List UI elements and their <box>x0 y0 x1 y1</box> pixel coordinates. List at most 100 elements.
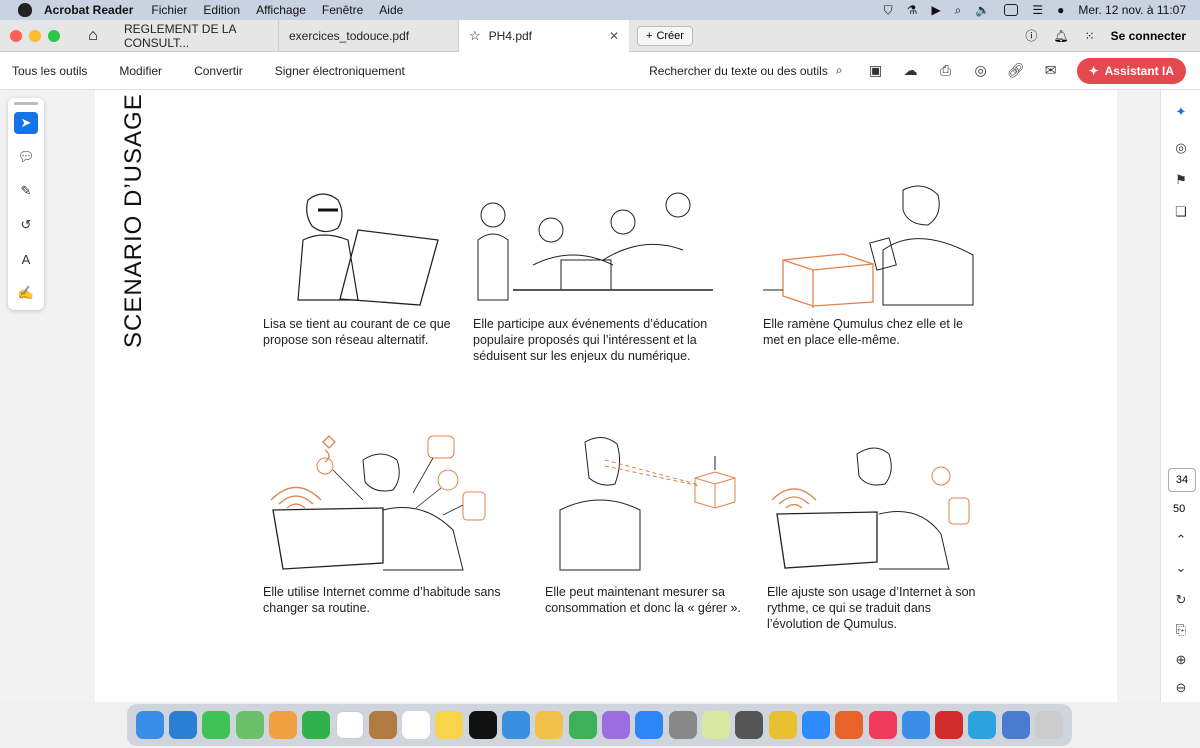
bell-icon[interactable]: 🔔︎ <box>1053 29 1068 43</box>
convert-button[interactable]: Convertir <box>194 64 243 78</box>
notes-icon[interactable] <box>435 711 464 739</box>
apps-grid-icon[interactable]: ⁙ <box>1085 29 1095 43</box>
bookmark-icon[interactable]: ⚑ <box>1173 172 1189 188</box>
firefox-icon[interactable] <box>835 711 864 739</box>
home-icon[interactable]: ⌂ <box>78 27 108 45</box>
comments-icon[interactable]: ◎ <box>1173 140 1189 156</box>
app-store-icon[interactable] <box>635 711 664 739</box>
acrobat-icon[interactable] <box>935 711 964 739</box>
sign-button[interactable]: Signer électroniquement <box>275 64 405 78</box>
photos-icon[interactable] <box>268 711 297 739</box>
keynote-icon[interactable] <box>502 711 531 739</box>
link-icon[interactable]: 🔗︎ <box>1007 62 1025 80</box>
menu-affichage[interactable]: Affichage <box>256 3 306 17</box>
caption-1: Lisa se tient au courant de ce que propo… <box>263 317 451 347</box>
reminders-icon[interactable] <box>402 711 431 739</box>
save-icon[interactable]: ▣ <box>867 62 885 80</box>
chrome-icon[interactable] <box>768 711 797 739</box>
contacts-icon[interactable] <box>368 711 397 739</box>
sign-tool-icon[interactable]: ✍ <box>14 282 38 304</box>
shield-icon[interactable]: ⛉ <box>884 3 893 18</box>
close-tab-icon[interactable]: ✕ <box>609 29 619 43</box>
search-icon[interactable]: ⌕ <box>955 3 962 18</box>
apple-icon[interactable] <box>18 3 32 17</box>
siri-icon[interactable]: ● <box>1057 3 1064 17</box>
close-window-button[interactable] <box>10 29 22 42</box>
text-tool-icon[interactable]: A <box>14 248 38 270</box>
illustration-internet-usage <box>270 435 486 571</box>
menu-edition[interactable]: Edition <box>203 3 240 17</box>
zoom-icon[interactable] <box>801 711 830 739</box>
illustration-group-meeting <box>477 192 713 301</box>
menu-fenetre[interactable]: Fenêtre <box>322 3 363 17</box>
plus-icon: + <box>646 29 653 42</box>
draw-tool-icon[interactable]: ↺ <box>14 214 38 236</box>
facetime-icon[interactable] <box>302 711 331 739</box>
login-button[interactable]: Se connecter <box>1111 29 1186 43</box>
tab-exercices[interactable]: exercices_todouce.pdf <box>279 19 459 52</box>
scenario-card-1: Lisa se tient au courant de ce que propo… <box>263 180 483 348</box>
app-name[interactable]: Acrobat Reader <box>44 3 133 17</box>
share-icon[interactable]: ◎ <box>972 62 990 80</box>
messages-icon[interactable] <box>202 711 231 739</box>
print-icon[interactable]: ⎙ <box>937 62 955 80</box>
clock[interactable]: Mer. 12 nov. à 11:07 <box>1078 3 1186 17</box>
maps-icon[interactable] <box>235 711 264 739</box>
volume-icon[interactable]: 🔈 <box>975 3 990 17</box>
dock <box>127 704 1072 746</box>
rotate-icon[interactable]: ↻ <box>1173 592 1189 608</box>
upload-icon[interactable]: ☁ <box>902 62 920 80</box>
calculator-icon[interactable] <box>735 711 764 739</box>
drag-handle[interactable] <box>14 102 38 105</box>
globe-icon[interactable] <box>1001 711 1030 739</box>
safari-icon[interactable] <box>168 711 197 739</box>
control-center-icon[interactable]: ☰ <box>1032 3 1043 17</box>
status-area: ⛉ ⚗ ▶ ⌕ 🔈 ☰ ● Mer. 12 nov. à 11:07 <box>884 3 1200 18</box>
comment-tool-icon[interactable]: 💬︎ <box>14 146 38 168</box>
ai-summary-icon[interactable]: ✦ <box>1173 104 1189 120</box>
numbers-icon[interactable] <box>568 711 597 739</box>
menu-fichier[interactable]: Fichier <box>151 3 187 17</box>
tab-reglement[interactable]: REGLEMENT DE LA CONSULT... <box>114 19 279 52</box>
telegram-icon[interactable] <box>968 711 997 739</box>
search-tools[interactable]: Rechercher du texte ou des outils ⌕ <box>649 63 843 78</box>
pages-app-icon[interactable] <box>535 711 564 739</box>
all-tools-button[interactable]: Tous les outils <box>12 64 87 78</box>
create-button[interactable]: + Créer <box>637 25 693 46</box>
right-panel: ✦ ◎ ⚑ ❏ 34 50 ⌃ ⌄ ↻ ⎘ ⊕ ⊖ <box>1160 90 1200 702</box>
zoom-window-button[interactable] <box>48 29 60 42</box>
help-icon[interactable]: ⓘ <box>1025 27 1037 44</box>
ai-assistant-button[interactable]: ✦ Assistant IA <box>1076 57 1186 84</box>
toolbar: Tous les outils Modifier Convertir Signe… <box>0 52 1200 90</box>
settings-icon[interactable] <box>668 711 697 739</box>
trash-icon[interactable] <box>1035 711 1064 739</box>
music-icon[interactable] <box>868 711 897 739</box>
page-number-input[interactable]: 34 <box>1168 468 1196 492</box>
launchpad-icon[interactable] <box>602 711 631 739</box>
page-export-icon[interactable]: ⎘ <box>1173 622 1189 638</box>
zoom-in-icon[interactable]: ⊕ <box>1173 652 1189 668</box>
mail-icon[interactable]: ✉ <box>1042 62 1060 80</box>
play-icon[interactable]: ▶ <box>931 3 940 17</box>
caption-4: Elle utilise Internet comme d’habitude s… <box>263 585 501 615</box>
window-controls <box>10 29 60 42</box>
star-icon[interactable]: ☆ <box>469 28 481 44</box>
finder-icon[interactable] <box>135 711 164 739</box>
pages-icon[interactable]: ❏ <box>1173 204 1189 220</box>
edit-button[interactable]: Modifier <box>119 64 162 78</box>
minimize-window-button[interactable] <box>29 29 41 42</box>
select-tool-icon[interactable]: ➤ <box>14 112 38 134</box>
tab-label: REGLEMENT DE LA CONSULT... <box>124 21 236 50</box>
mail-app-icon[interactable] <box>901 711 930 739</box>
battery-icon[interactable] <box>1004 4 1019 16</box>
menu-aide[interactable]: Aide <box>379 3 403 17</box>
tab-ph4[interactable]: ☆ PH4.pdf ✕ <box>459 19 629 52</box>
flask-app-icon[interactable] <box>701 711 730 739</box>
highlight-tool-icon[interactable]: ✎ <box>14 180 38 202</box>
tv-icon[interactable] <box>468 711 497 739</box>
zoom-out-icon[interactable]: ⊖ <box>1173 680 1189 696</box>
chevron-down-icon[interactable]: ⌄ <box>1173 560 1189 576</box>
calendar-icon[interactable] <box>335 711 364 739</box>
chevron-up-icon[interactable]: ⌃ <box>1173 532 1189 548</box>
flask-icon[interactable]: ⚗ <box>907 3 918 17</box>
